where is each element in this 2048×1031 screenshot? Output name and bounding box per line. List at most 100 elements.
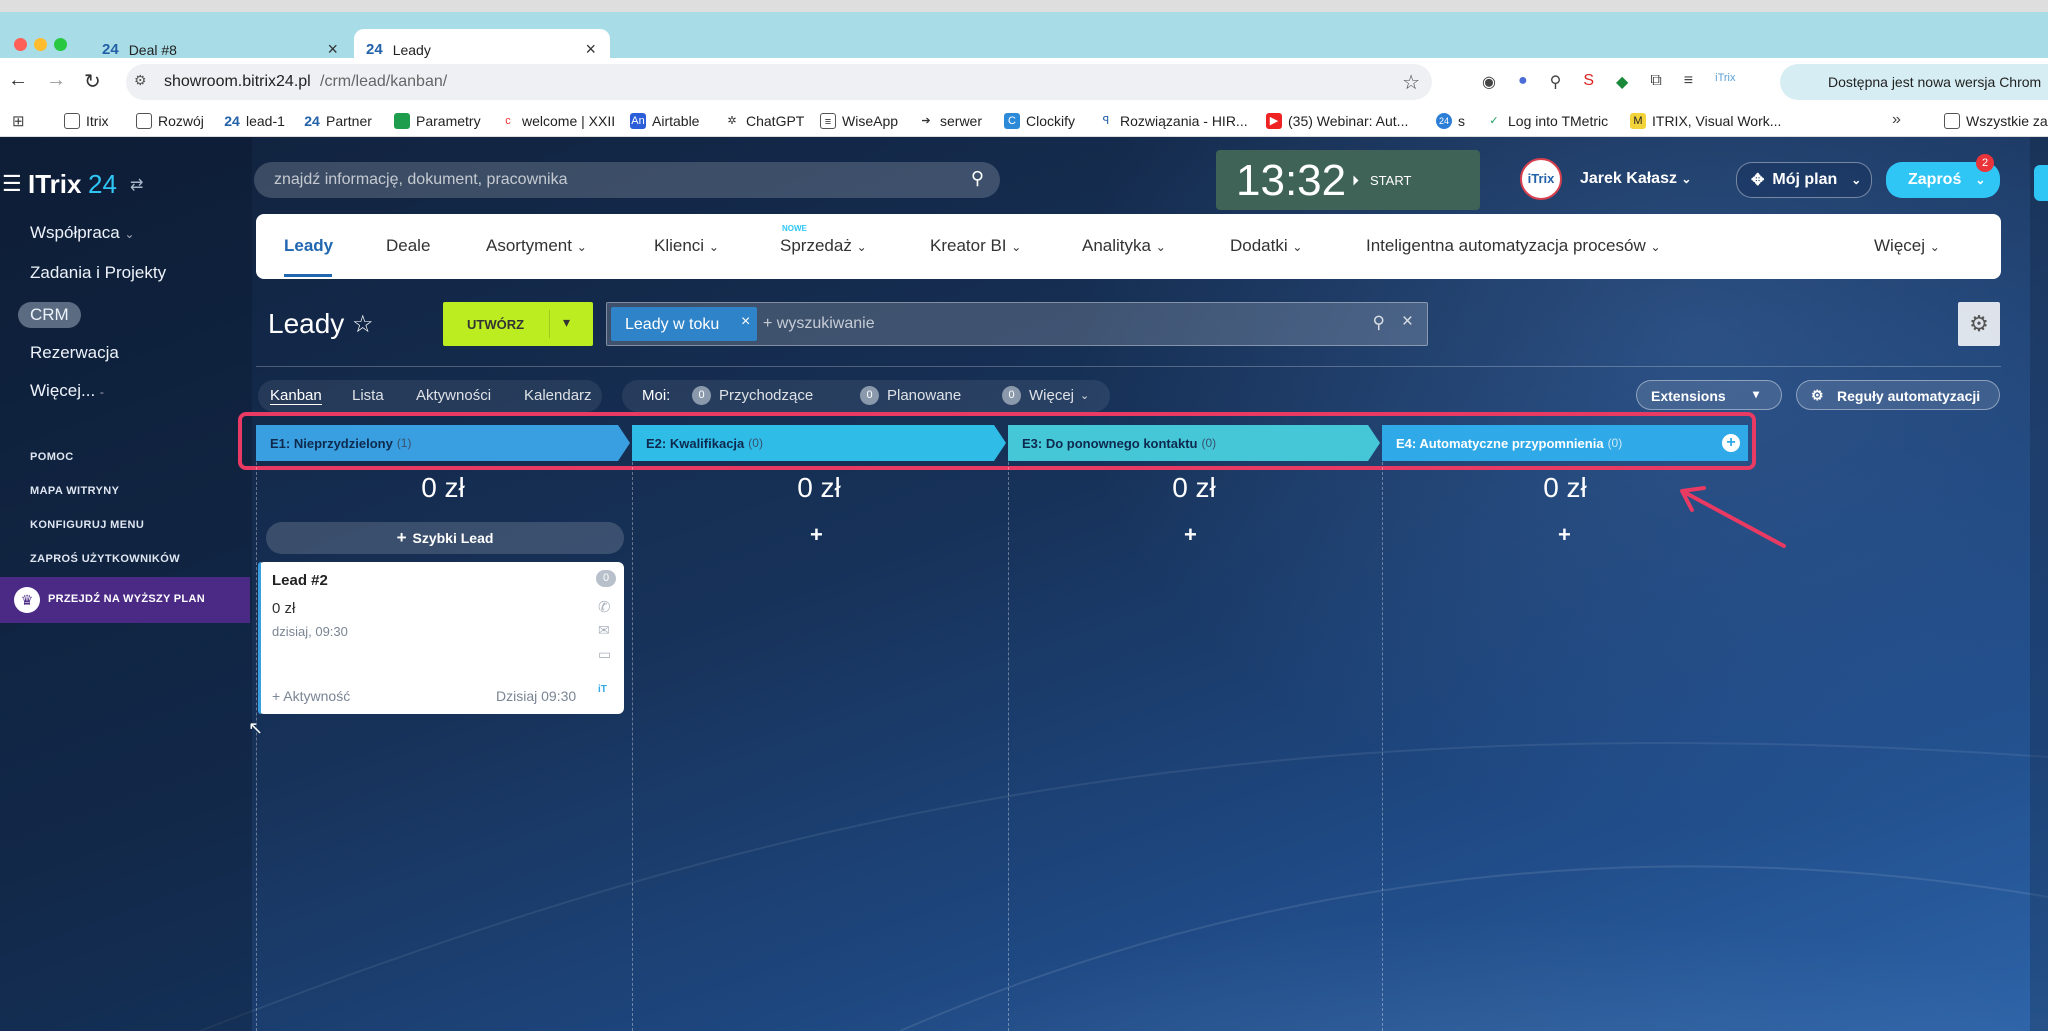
sidebar-link-konfiguruj[interactable]: KONFIGURUJ MENU — [30, 519, 144, 531]
update-notice[interactable]: Dostępna jest nowa wersja Chrom — [1780, 64, 2048, 100]
sidebar-item-crm[interactable]: CRM — [18, 302, 81, 328]
site-settings-icon[interactable]: ⚙ — [134, 72, 147, 89]
bookmark[interactable]: c welcome | XXII — [500, 113, 615, 129]
view-aktywnosci[interactable]: Aktywności — [416, 387, 491, 404]
create-dropdown-icon[interactable]: ▾ — [563, 314, 570, 331]
sidebar-link-pomoc[interactable]: POMOC — [30, 451, 74, 463]
menu-hamburger-icon[interactable]: ☰ — [2, 171, 22, 197]
counter-przychodzace[interactable]: 0 Przychodzące — [692, 386, 813, 405]
email-icon[interactable]: ✉ — [598, 622, 610, 639]
user-avatar[interactable]: iTrix — [1520, 158, 1562, 200]
bookmark[interactable]: ꟼ Rozwiązania - HIR... — [1098, 113, 1248, 129]
bookmark[interactable]: Rozwój — [136, 113, 204, 129]
media-icon[interactable]: ≡ — [1684, 72, 1693, 92]
add-item-icon[interactable]: + — [1184, 522, 1197, 548]
bookmark[interactable]: C Clockify — [1004, 113, 1075, 129]
portal-search-input[interactable]: znajdź informację, dokument, pracownika — [274, 171, 567, 189]
close-tab-icon[interactable]: × — [327, 39, 338, 60]
user-menu[interactable]: Jarek Kałasz ⌄ — [1580, 170, 1691, 188]
remove-filter-icon[interactable]: × — [741, 313, 750, 331]
bookmark[interactable]: ✲ ChatGPT — [724, 113, 804, 129]
on-extension-icon[interactable]: ◆ — [1616, 72, 1628, 92]
maximize-window-button[interactable] — [54, 38, 67, 51]
extensions-button[interactable]: Extensions ▾ — [1636, 380, 1782, 410]
forward-icon[interactable]: → — [46, 69, 66, 92]
nav-asortyment[interactable]: Asortyment ⌄ — [486, 236, 587, 256]
bookmark[interactable]: Itrix — [64, 113, 109, 129]
color-extension-icon[interactable]: ● — [1518, 72, 1528, 92]
nav-dodatki[interactable]: Dodatki ⌄ — [1230, 236, 1302, 256]
nav-wiecej[interactable]: Więcej ⌄ — [1874, 236, 1940, 256]
logo-text[interactable]: ITrix — [28, 169, 81, 200]
view-lista[interactable]: Lista — [352, 387, 384, 404]
apps-grid-icon[interactable]: ⊞ — [12, 112, 25, 130]
close-window-button[interactable] — [14, 38, 27, 51]
bookmark-star-icon[interactable]: ☆ — [1402, 70, 1420, 95]
nav-automatyzacja[interactable]: Inteligentna automatyzacja procesów ⌄ — [1366, 236, 1661, 256]
nav-klienci[interactable]: Klienci ⌄ — [654, 236, 719, 256]
filter-search-input[interactable]: + wyszukiwanie — [763, 315, 875, 333]
my-plan-button[interactable]: ✥ Mój plan ⌄ — [1736, 162, 1872, 198]
favorite-star-icon[interactable]: ☆ — [352, 310, 374, 339]
view-kalendarz[interactable]: Kalendarz — [524, 387, 592, 404]
search-icon[interactable]: ⚲ — [971, 168, 984, 189]
counter-wiecej[interactable]: 0 Więcej ⌄ — [1002, 386, 1089, 405]
bookmark[interactable]: 24 lead-1 — [224, 113, 285, 129]
view-kanban[interactable]: Kanban — [270, 387, 322, 405]
lead-card[interactable]: Lead #2 0 0 zł dzisiaj, 09:30 ✆ ✉ ▭ + Ak… — [258, 562, 624, 714]
right-panel-button[interactable] — [2034, 165, 2048, 201]
bookmark[interactable]: An Airtable — [630, 113, 699, 129]
filter-chip[interactable]: Leady w toku × — [611, 307, 757, 341]
bookmark[interactable]: ✓ Log into TMetric — [1486, 113, 1608, 129]
nav-sprzedaz[interactable]: Sprzedaż ⌄ — [780, 236, 867, 256]
password-manager-icon[interactable]: ◉ — [1482, 72, 1496, 92]
counter-planowane[interactable]: 0 Planowane — [860, 386, 961, 405]
add-activity-link[interactable]: + Aktywność — [272, 688, 350, 704]
filter-search-icon[interactable]: ⚲ — [1373, 313, 1385, 333]
work-clock[interactable]: 13:32 ⏵ START — [1216, 150, 1480, 210]
sidebar-link-mapa[interactable]: MAPA WITRYNY — [30, 485, 119, 497]
back-icon[interactable]: ← — [8, 69, 28, 92]
logo-settings-icon[interactable]: ⇄ — [130, 175, 143, 195]
key-extension-icon[interactable]: ⚲ — [1550, 72, 1562, 92]
bookmark[interactable]: Wszystkie za — [1944, 113, 2048, 129]
reload-icon[interactable]: ↻ — [84, 69, 101, 94]
bookmark[interactable]: M ITRIX, Visual Work... — [1630, 113, 1781, 129]
upgrade-plan-button[interactable]: ♛ PRZEJDŹ NA WYŻSZY PLAN — [0, 577, 250, 623]
logo-number[interactable]: 24 — [88, 169, 117, 200]
portal-search[interactable]: znajdź informację, dokument, pracownika … — [254, 162, 1000, 198]
settings-gear-icon[interactable]: ⚙ — [1958, 302, 2000, 346]
nav-analityka[interactable]: Analityka ⌄ — [1082, 236, 1166, 256]
bookmark[interactable]: 24 Partner — [304, 113, 372, 129]
filter-clear-icon[interactable]: × — [1402, 311, 1413, 333]
automation-rules-button[interactable]: ⚙ Reguły automatyzacji — [1796, 380, 2000, 410]
nav-leady[interactable]: Leady — [284, 236, 333, 256]
itrix-extension-icon[interactable]: iTrix — [1715, 72, 1735, 92]
filter-search-bar[interactable]: Leady w toku × + wyszukiwanie ⚲ × — [606, 302, 1428, 346]
close-tab-icon[interactable]: × — [585, 39, 596, 60]
red-extension-icon[interactable]: S — [1583, 72, 1594, 92]
puzzle-icon[interactable]: ⧉ — [1650, 72, 1661, 92]
card-title[interactable]: Lead #2 — [272, 572, 328, 589]
add-item-icon[interactable]: + — [1558, 522, 1571, 548]
minimize-window-button[interactable] — [34, 38, 47, 51]
add-item-icon[interactable]: + — [810, 522, 823, 548]
bookmark[interactable]: 24 s — [1436, 113, 1465, 129]
bookmark[interactable]: ➔ serwer — [918, 113, 982, 129]
phone-icon[interactable]: ✆ — [598, 598, 611, 616]
bookmarks-overflow-icon[interactable]: » — [1892, 111, 1901, 129]
sidebar-item-wspolpraca[interactable]: Współpraca ⌄ — [30, 223, 135, 243]
sidebar-item-rezerwacja[interactable]: Rezerwacja — [30, 343, 119, 363]
quick-lead-button[interactable]: + Szybki Lead — [266, 522, 624, 554]
bookmark[interactable]: Parametry — [394, 113, 481, 129]
create-button[interactable]: UTWÓRZ ▾ — [443, 302, 593, 346]
sidebar-item-wiecej[interactable]: Więcej... - — [30, 381, 104, 401]
sidebar-link-zapros[interactable]: ZAPROŚ UŻYTKOWNIKÓW — [30, 553, 180, 565]
bookmark[interactable]: ▶ (35) Webinar: Aut... — [1266, 113, 1408, 129]
chat-icon[interactable]: ▭ — [598, 646, 611, 663]
nav-kreator-bi[interactable]: Kreator BI ⌄ — [930, 236, 1021, 256]
sidebar-item-zadania[interactable]: Zadania i Projekty — [30, 263, 166, 283]
nav-deale[interactable]: Deale — [386, 236, 430, 256]
bookmark[interactable]: ≡ WiseApp — [820, 113, 898, 129]
extensions-dropdown-icon[interactable]: ▾ — [1753, 387, 1759, 401]
